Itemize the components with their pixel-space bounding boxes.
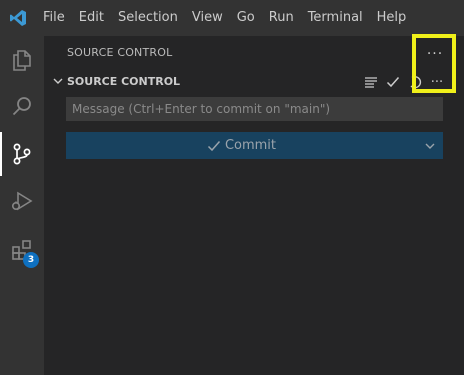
commit-button[interactable]: Commit — [66, 132, 417, 159]
menu-terminal[interactable]: Terminal — [301, 0, 370, 36]
section-title: SOURCE CONTROL — [67, 75, 181, 88]
commit-message-input[interactable] — [66, 97, 443, 121]
menu-view[interactable]: View — [185, 0, 230, 36]
extensions-button[interactable]: 3 — [0, 228, 44, 272]
sidebar-header: SOURCE CONTROL ··· — [44, 36, 464, 71]
source-control-section-header[interactable]: SOURCE CONTROL ··· — [44, 71, 464, 93]
commit-message-box — [66, 97, 443, 121]
extensions-badge: 3 — [23, 252, 39, 268]
chevron-down-icon — [425, 143, 435, 149]
views-more-actions-button[interactable]: ··· — [413, 36, 457, 72]
more-actions-icon: ··· — [430, 74, 444, 90]
files-icon — [13, 50, 31, 71]
refresh-icon — [410, 76, 422, 89]
source-control-sidebar: SOURCE CONTROL ··· SOURCE CONTROL ··· Me… — [44, 36, 464, 375]
check-icon — [207, 139, 221, 153]
run-debug-icon — [11, 191, 33, 211]
menu-run[interactable]: Run — [262, 0, 301, 36]
list-icon — [365, 77, 377, 88]
vscode-logo-icon — [0, 0, 36, 36]
source-control-icon — [13, 143, 31, 165]
search-icon — [12, 97, 31, 116]
search-button[interactable] — [0, 84, 44, 128]
source-control-button[interactable] — [0, 132, 44, 176]
refresh-button[interactable] — [404, 71, 426, 93]
menu-file[interactable]: File — [36, 0, 72, 36]
activity-bar: 3 — [0, 36, 44, 375]
section-more-actions-button[interactable]: ··· — [426, 71, 448, 93]
sidebar-title: SOURCE CONTROL — [67, 46, 173, 59]
section-actions: ··· — [360, 71, 448, 93]
commit-button-label: Commit — [224, 138, 277, 153]
view-as-tree-button[interactable] — [360, 71, 382, 93]
check-icon — [386, 77, 400, 88]
chevron-down-icon — [53, 78, 63, 84]
commit-check-button[interactable] — [382, 71, 404, 93]
more-actions-icon: ··· — [426, 46, 444, 62]
menu-edit[interactable]: Edit — [72, 0, 111, 36]
menu-selection[interactable]: Selection — [111, 0, 185, 36]
menu-bar: File Edit Selection View Go Run Terminal… — [36, 0, 413, 36]
title-bar: File Edit Selection View Go Run Terminal… — [0, 0, 464, 36]
run-debug-button[interactable] — [0, 179, 44, 223]
explorer-button[interactable] — [0, 38, 44, 82]
commit-options-button[interactable] — [417, 132, 443, 159]
menu-help[interactable]: Help — [370, 0, 414, 36]
menu-go[interactable]: Go — [230, 0, 262, 36]
